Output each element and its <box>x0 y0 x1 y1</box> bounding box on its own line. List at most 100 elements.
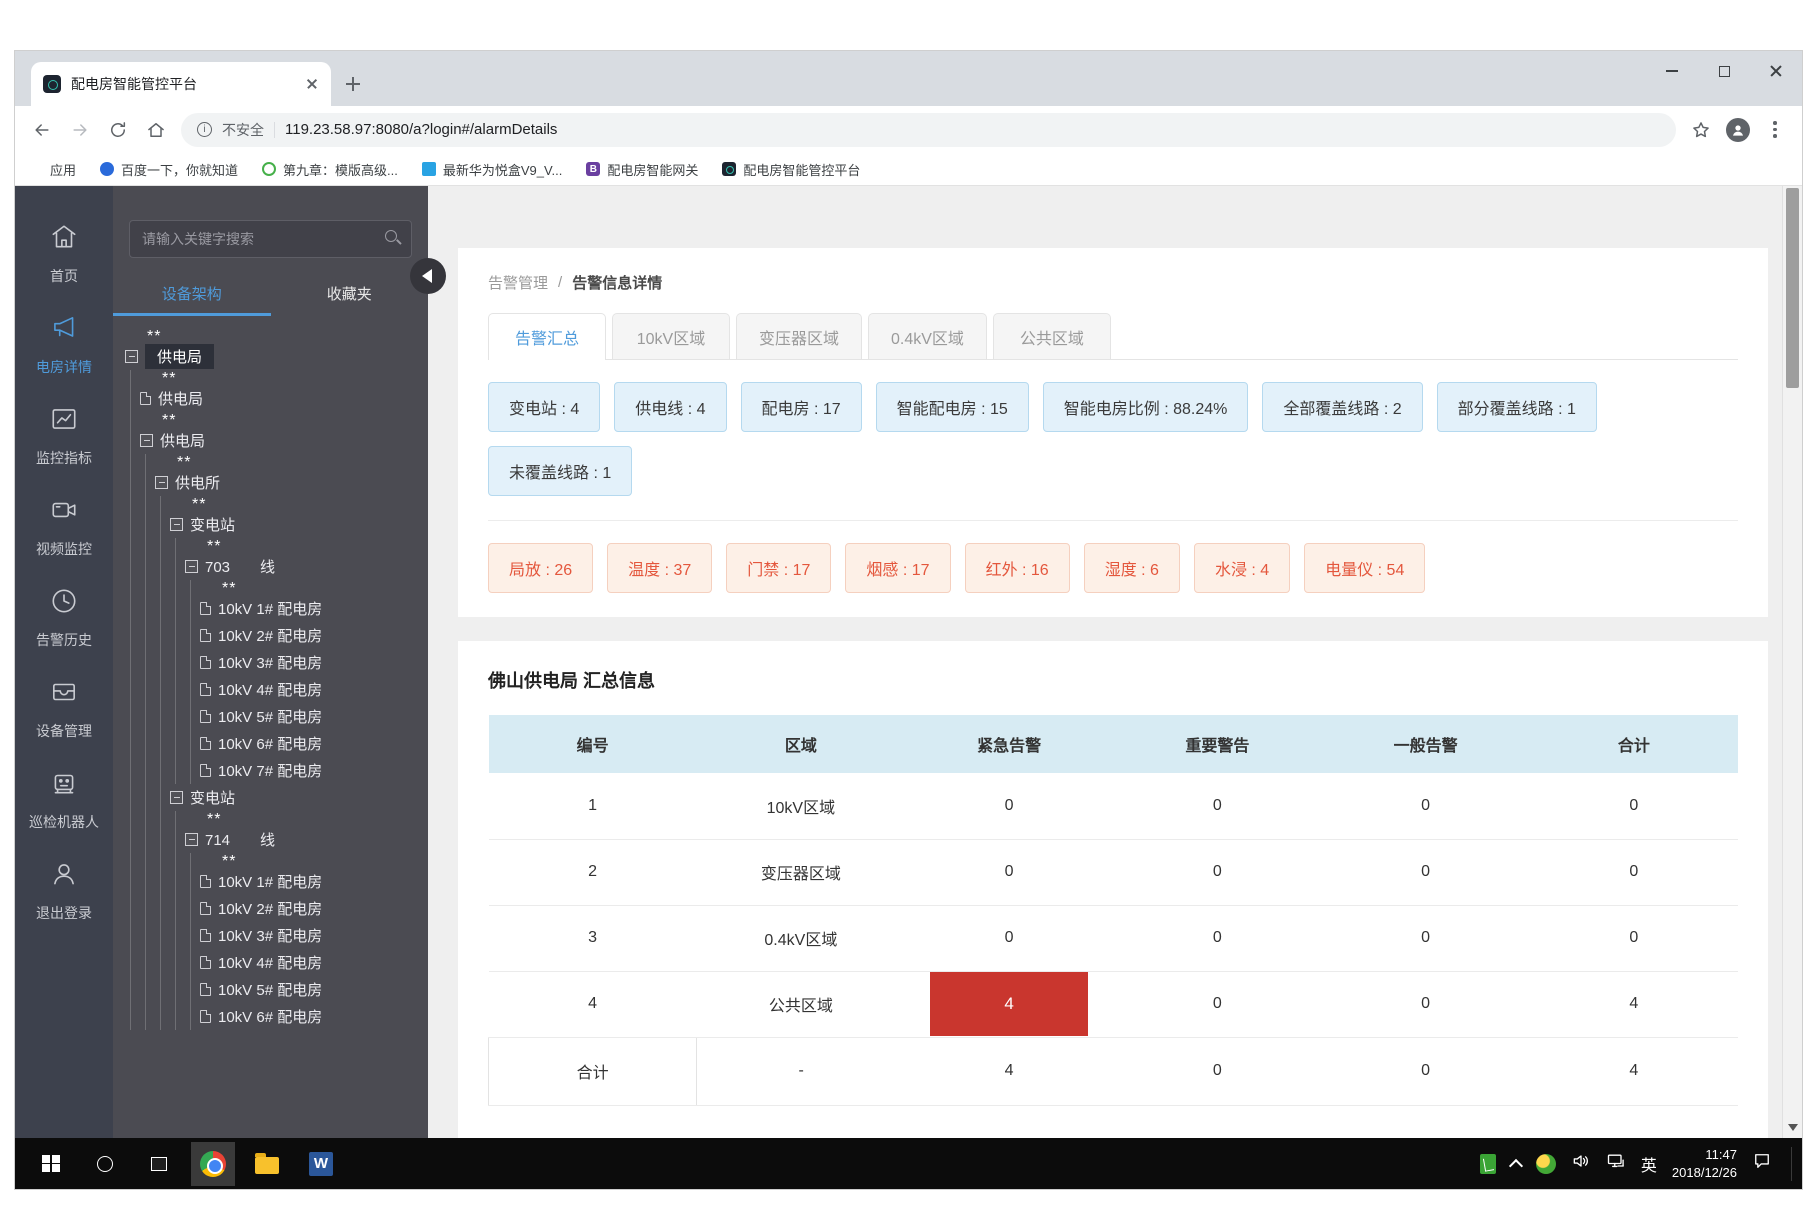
tree-expander-icon[interactable] <box>140 434 153 447</box>
coverage-stat-button[interactable]: 未覆盖线路 : 1 <box>488 446 632 496</box>
browser-tab[interactable]: 配电房智能管控平台 <box>31 62 331 106</box>
tree-tab-1[interactable]: 收藏夹 <box>271 274 429 316</box>
tree-node[interactable]: **703 线 <box>113 538 428 580</box>
sidebar-item-device-management[interactable]: 设备管理 <box>36 677 92 741</box>
task-view-button[interactable] <box>137 1142 181 1186</box>
coverage-stat-button[interactable]: 智能配电房 : 15 <box>876 382 1029 432</box>
tree-file-icon[interactable] <box>200 683 211 696</box>
sensor-stat-button[interactable]: 水浸 : 4 <box>1194 543 1290 593</box>
file-explorer-button[interactable] <box>245 1142 289 1186</box>
volume-icon[interactable] <box>1571 1151 1591 1176</box>
menu-icon[interactable] <box>1762 117 1788 143</box>
sidebar-item-home[interactable]: 首页 <box>49 222 79 286</box>
word-button[interactable]: W <box>299 1142 343 1186</box>
tab-region-1[interactable]: 10kV区域 <box>612 313 730 359</box>
reload-icon[interactable] <box>105 117 131 143</box>
tree-file-icon[interactable] <box>200 737 211 750</box>
bookmark-item[interactable]: 百度一下，你就知道 <box>100 160 238 179</box>
tree-node[interactable]: **供电局 <box>113 328 428 370</box>
tree-file-icon[interactable] <box>200 875 211 888</box>
sensor-stat-button[interactable]: 门禁 : 17 <box>726 543 831 593</box>
scroll-down-button[interactable] <box>1783 1116 1802 1138</box>
collapse-panel-button[interactable] <box>410 258 446 294</box>
chrome-taskbar-button[interactable] <box>191 1142 235 1186</box>
tree-node[interactable]: **10kV 1# 配电房 <box>113 853 428 895</box>
coverage-stat-button[interactable]: 配电房 : 17 <box>741 382 862 432</box>
tree-expander-icon[interactable] <box>125 350 138 363</box>
sidebar-item-logout[interactable]: 退出登录 <box>36 859 92 923</box>
coverage-stat-button[interactable]: 智能电房比例 : 88.24% <box>1043 382 1249 432</box>
tree-file-icon[interactable] <box>140 392 151 405</box>
tab-region-3[interactable]: 0.4kV区域 <box>868 313 987 359</box>
tree-node[interactable]: **供电局 <box>113 370 428 412</box>
sensor-stat-button[interactable]: 电量仪 : 54 <box>1304 543 1425 593</box>
tree-node[interactable]: **10kV 1# 配电房 <box>113 580 428 622</box>
sidebar-item-video-monitor[interactable]: 视频监控 <box>36 495 92 559</box>
tree-file-icon[interactable] <box>200 956 211 969</box>
sidebar-item-monitor-metrics[interactable]: 监控指标 <box>36 404 92 468</box>
usb-tray-icon[interactable] <box>1480 1154 1496 1174</box>
info-icon[interactable]: i <box>197 122 212 137</box>
tree-node[interactable]: **714 线 <box>113 811 428 853</box>
search-icon[interactable] <box>384 229 402 247</box>
tree-file-icon[interactable] <box>200 710 211 723</box>
tree-node[interactable]: 10kV 4# 配电房 <box>113 949 428 976</box>
tree-file-icon[interactable] <box>200 1010 211 1023</box>
bookmark-item[interactable]: 应用 <box>29 160 76 179</box>
tree-node[interactable]: 10kV 6# 配电房 <box>113 730 428 757</box>
antivirus-tray-icon[interactable] <box>1536 1154 1556 1174</box>
tree-node[interactable]: 变电站 <box>113 784 428 811</box>
tree-file-icon[interactable] <box>200 764 211 777</box>
ime-indicator[interactable]: 英 <box>1641 1152 1657 1176</box>
tree-file-icon[interactable] <box>200 983 211 996</box>
tree-node[interactable]: 10kV 2# 配电房 <box>113 622 428 649</box>
bookmark-item[interactable]: 配电房智能管控平台 <box>722 160 860 179</box>
tree-node[interactable]: 10kV 5# 配电房 <box>113 703 428 730</box>
tree-node[interactable]: 10kV 4# 配电房 <box>113 676 428 703</box>
tab-region-4[interactable]: 公共区域 <box>993 313 1111 359</box>
tree-file-icon[interactable] <box>200 902 211 915</box>
profile-avatar[interactable] <box>1726 118 1750 142</box>
sensor-stat-button[interactable]: 烟感 : 17 <box>845 543 950 593</box>
tree-expander-icon[interactable] <box>185 833 198 846</box>
tree-file-icon[interactable] <box>200 602 211 615</box>
close-window-button[interactable] <box>1750 51 1802 91</box>
home-icon[interactable] <box>143 117 169 143</box>
tree-node[interactable]: 10kV 6# 配电房 <box>113 1003 428 1030</box>
coverage-stat-button[interactable]: 供电线 : 4 <box>614 382 726 432</box>
tree-node[interactable]: 10kV 3# 配电房 <box>113 922 428 949</box>
coverage-stat-button[interactable]: 全部覆盖线路 : 2 <box>1262 382 1422 432</box>
tray-expand-icon[interactable] <box>1509 1158 1523 1172</box>
maximize-button[interactable] <box>1698 51 1750 91</box>
sidebar-item-alarm-history[interactable]: 告警历史 <box>36 586 92 650</box>
tree-node[interactable]: 10kV 2# 配电房 <box>113 895 428 922</box>
tree-node[interactable]: 10kV 5# 配电房 <box>113 976 428 1003</box>
address-bar[interactable]: i 不安全 119.23.58.97:8080/a?login#/alarmDe… <box>181 113 1676 147</box>
breadcrumb-parent[interactable]: 告警管理 <box>488 272 548 293</box>
tree-expander-icon[interactable] <box>155 476 168 489</box>
show-desktop-divider[interactable] <box>1791 1147 1792 1181</box>
minimize-button[interactable] <box>1646 51 1698 91</box>
notification-center-icon[interactable] <box>1752 1151 1772 1176</box>
close-tab-icon[interactable] <box>305 77 319 91</box>
cortana-button[interactable] <box>83 1142 127 1186</box>
taskbar-clock[interactable]: 11:47 2018/12/26 <box>1672 1146 1737 1181</box>
tree-node[interactable]: 10kV 3# 配电房 <box>113 649 428 676</box>
tree-file-icon[interactable] <box>200 656 211 669</box>
search-input[interactable] <box>129 220 412 258</box>
vertical-scrollbar[interactable] <box>1782 186 1802 1138</box>
tree-node[interactable]: 10kV 7# 配电房 <box>113 757 428 784</box>
bookmark-item[interactable]: 第九章：模版高级... <box>262 160 398 179</box>
url-text[interactable]: 119.23.58.97:8080/a?login#/alarmDetails <box>285 121 557 138</box>
bookmark-item[interactable]: B配电房智能网关 <box>586 160 698 179</box>
sensor-stat-button[interactable]: 红外 : 16 <box>965 543 1070 593</box>
tree-expander-icon[interactable] <box>185 560 198 573</box>
tree-node[interactable]: **变电站 <box>113 496 428 538</box>
tree-node[interactable]: **供电所 <box>113 454 428 496</box>
tree-tab-0[interactable]: 设备架构 <box>113 274 271 316</box>
coverage-stat-button[interactable]: 变电站 : 4 <box>488 382 600 432</box>
network-icon[interactable] <box>1606 1151 1626 1176</box>
sidebar-item-inspection-robot[interactable]: 巡检机器人 <box>29 768 99 832</box>
bookmark-item[interactable]: 最新华为悦盒V9_V... <box>422 160 562 179</box>
tree-node[interactable]: **供电局 <box>113 412 428 454</box>
